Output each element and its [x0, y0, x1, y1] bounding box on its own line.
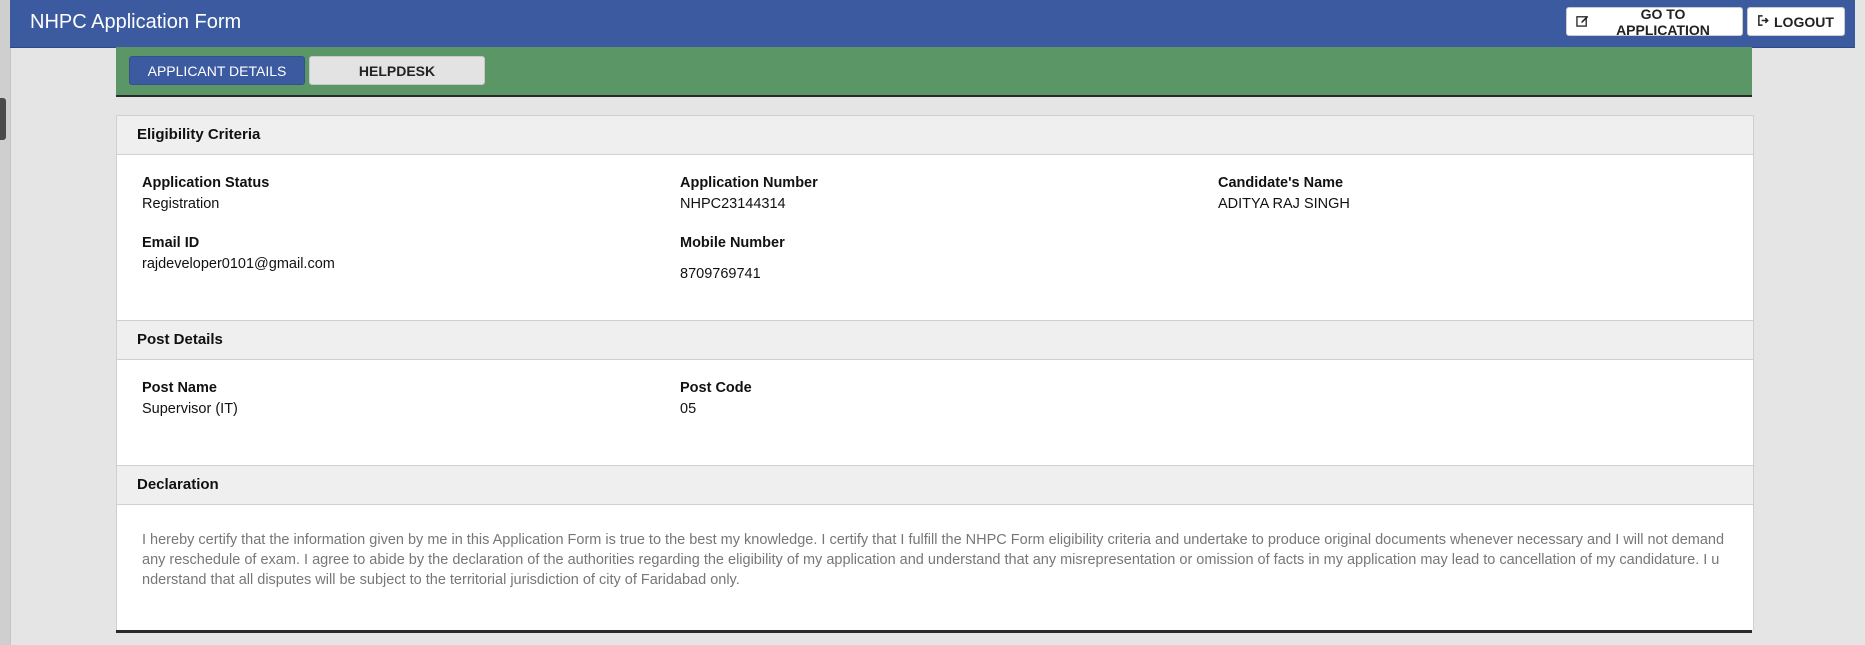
declaration-panel: Declaration I hereby certify that the in…: [116, 465, 1754, 630]
candidate-name-value: ADITYA RAJ SINGH: [1218, 196, 1350, 212]
eligibility-criteria-panel: Eligibility Criteria Application Status …: [116, 115, 1754, 320]
edit-icon: [1576, 14, 1589, 30]
eligibility-criteria-header: Eligibility Criteria: [117, 115, 1753, 155]
email-id-label: Email ID: [142, 235, 200, 251]
mobile-number-label: Mobile Number: [680, 235, 785, 251]
candidate-name-field: Candidate's Name ADITYA RAJ SINGH: [1218, 175, 1350, 212]
email-id-value: rajdeveloper0101@gmail.com: [142, 256, 335, 272]
post-code-value: 05: [680, 401, 697, 417]
application-number-field: Application Number NHPC23144314: [680, 175, 818, 212]
email-id-field: Email ID rajdeveloper0101@gmail.com: [142, 235, 335, 272]
post-code-field: Post Code 05: [680, 380, 752, 417]
application-number-value: NHPC23144314: [680, 196, 786, 212]
post-name-field: Post Name Supervisor (IT): [142, 380, 238, 417]
application-status-field: Application Status Registration: [142, 175, 269, 212]
mobile-number-field: Mobile Number 8709769741: [680, 235, 785, 282]
application-status-value: Registration: [142, 196, 220, 212]
post-name-label: Post Name: [142, 380, 217, 396]
mobile-number-value: 8709769741: [680, 266, 761, 282]
post-details-header: Post Details: [117, 320, 1753, 360]
application-status-label: Application Status: [142, 175, 270, 191]
bottom-divider: [116, 630, 1752, 633]
app-title: NHPC Application Form: [30, 11, 242, 33]
logout-button[interactable]: LOGOUT: [1747, 7, 1845, 36]
post-details-panel: Post Details Post Name Supervisor (IT) P…: [116, 320, 1754, 465]
application-number-label: Application Number: [680, 175, 818, 191]
sign-out-icon: [1757, 14, 1770, 30]
tab-helpdesk[interactable]: HELPDESK: [309, 56, 485, 85]
post-name-value: Supervisor (IT): [142, 401, 238, 417]
section-tabbar: APPLICANT DETAILS HELPDESK: [116, 47, 1752, 97]
logout-label: LOGOUT: [1774, 13, 1834, 30]
side-handle[interactable]: [0, 98, 6, 140]
candidate-name-label: Candidate's Name: [1218, 175, 1344, 191]
top-navbar: NHPC Application Form GO TO APPLICATION …: [10, 0, 1855, 48]
tab-applicant-details[interactable]: APPLICANT DETAILS: [129, 56, 305, 85]
go-to-application-button[interactable]: GO TO APPLICATION: [1566, 5, 1743, 38]
left-edge-strip: [0, 0, 11, 645]
declaration-text: I hereby certify that the information gi…: [142, 532, 1725, 588]
declaration-header: Declaration: [117, 465, 1753, 505]
post-code-label: Post Code: [680, 380, 752, 396]
go-to-application-label: GO TO APPLICATION: [1616, 5, 1710, 38]
